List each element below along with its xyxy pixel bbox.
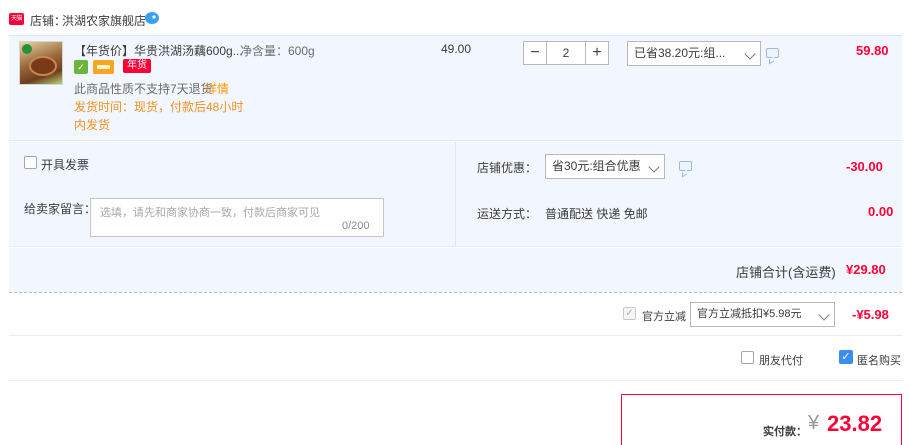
nianhuo-tag: 年货: [123, 59, 151, 73]
payment-label: 实付款：: [763, 426, 807, 438]
ship-time-text: 发货时间：现货，付款后48小时: [74, 100, 244, 114]
product-title-link[interactable]: 【年货价】华贵洪湖汤藕600g...: [74, 42, 243, 59]
anonymous-purchase-checkbox[interactable]: ✓: [839, 350, 853, 364]
shop-name-link[interactable]: 洪湖农家旗舰店: [62, 12, 146, 29]
currency-symbol: ¥: [808, 412, 820, 434]
shop-subtotal-amount: ¥29.80: [846, 262, 886, 277]
product-thumbnail[interactable]: [19, 41, 63, 85]
shipping-label: 运送方式：: [477, 207, 538, 221]
official-discount-value: 官方立减抵扣¥5.98元: [697, 308, 802, 320]
shop-discount-select[interactable]: 省30元:组合优惠: [545, 154, 665, 179]
quantity-input[interactable]: 2: [547, 41, 585, 65]
chevron-down-icon: [648, 161, 660, 173]
invoice-checkbox[interactable]: [24, 156, 37, 169]
item-promo-value: 已省38.20元:组...: [634, 46, 726, 60]
unit-price: 49.00: [441, 42, 472, 56]
payment-amount: 23.82: [827, 411, 883, 436]
guarantee-icon[interactable]: ✓: [74, 60, 88, 74]
comment-icon[interactable]: [766, 48, 779, 58]
wangwang-chat-icon[interactable]: [144, 11, 160, 25]
friend-pay-label[interactable]: 朋友代付: [759, 352, 803, 368]
official-discount-amount: -¥5.98: [852, 307, 889, 322]
shop-discount-value: 省30元:组合优惠: [552, 159, 641, 173]
shop-discount-amount: -30.00: [846, 159, 883, 174]
official-discount-checkbox: ✓: [623, 307, 636, 320]
shipping-method: 普通配送 快递 免邮: [545, 207, 648, 221]
comment-icon[interactable]: [679, 161, 692, 171]
official-discount-label: 官方立减: [642, 311, 686, 323]
seller-memo-placeholder: 选填，请先和商家协商一致，付款后商家可见: [100, 207, 320, 219]
tmall-logo-icon: 天猫: [9, 13, 24, 25]
friend-pay-checkbox[interactable]: [741, 351, 754, 364]
quantity-decrement-button[interactable]: −: [523, 41, 547, 65]
chevron-down-icon: [818, 309, 830, 321]
item-promo-select[interactable]: 已省38.20元:组...: [627, 41, 761, 66]
panel-divider: [455, 142, 456, 247]
ship-time-text-cont: 内发货: [74, 118, 111, 132]
chevron-down-icon: [744, 48, 756, 60]
seller-memo-char-count: 0/200: [342, 220, 370, 232]
card-payment-icon[interactable]: [93, 60, 114, 74]
divider: [9, 380, 902, 381]
no-return-notice: 此商品性质不支持7天退货: [74, 82, 213, 96]
seller-memo-label: 给卖家留言：: [24, 202, 97, 216]
divider: [9, 335, 902, 336]
item-line-total: 59.80: [856, 43, 889, 58]
anonymous-purchase-label[interactable]: 匿名购买: [857, 352, 901, 368]
product-spec: 净含量：600g: [240, 44, 315, 58]
official-discount-select[interactable]: 官方立减抵扣¥5.98元: [690, 302, 835, 327]
shipping-fee: 0.00: [868, 204, 894, 219]
no-return-details-link[interactable]: 详情: [205, 80, 229, 97]
invoice-label[interactable]: 开具发票: [41, 156, 89, 173]
shop-discount-label: 店铺优惠：: [477, 161, 538, 175]
shop-subtotal-label: 店铺合计(含运费): [736, 265, 836, 280]
quantity-increment-button[interactable]: +: [585, 41, 609, 65]
shop-label: 店铺：: [30, 14, 67, 28]
